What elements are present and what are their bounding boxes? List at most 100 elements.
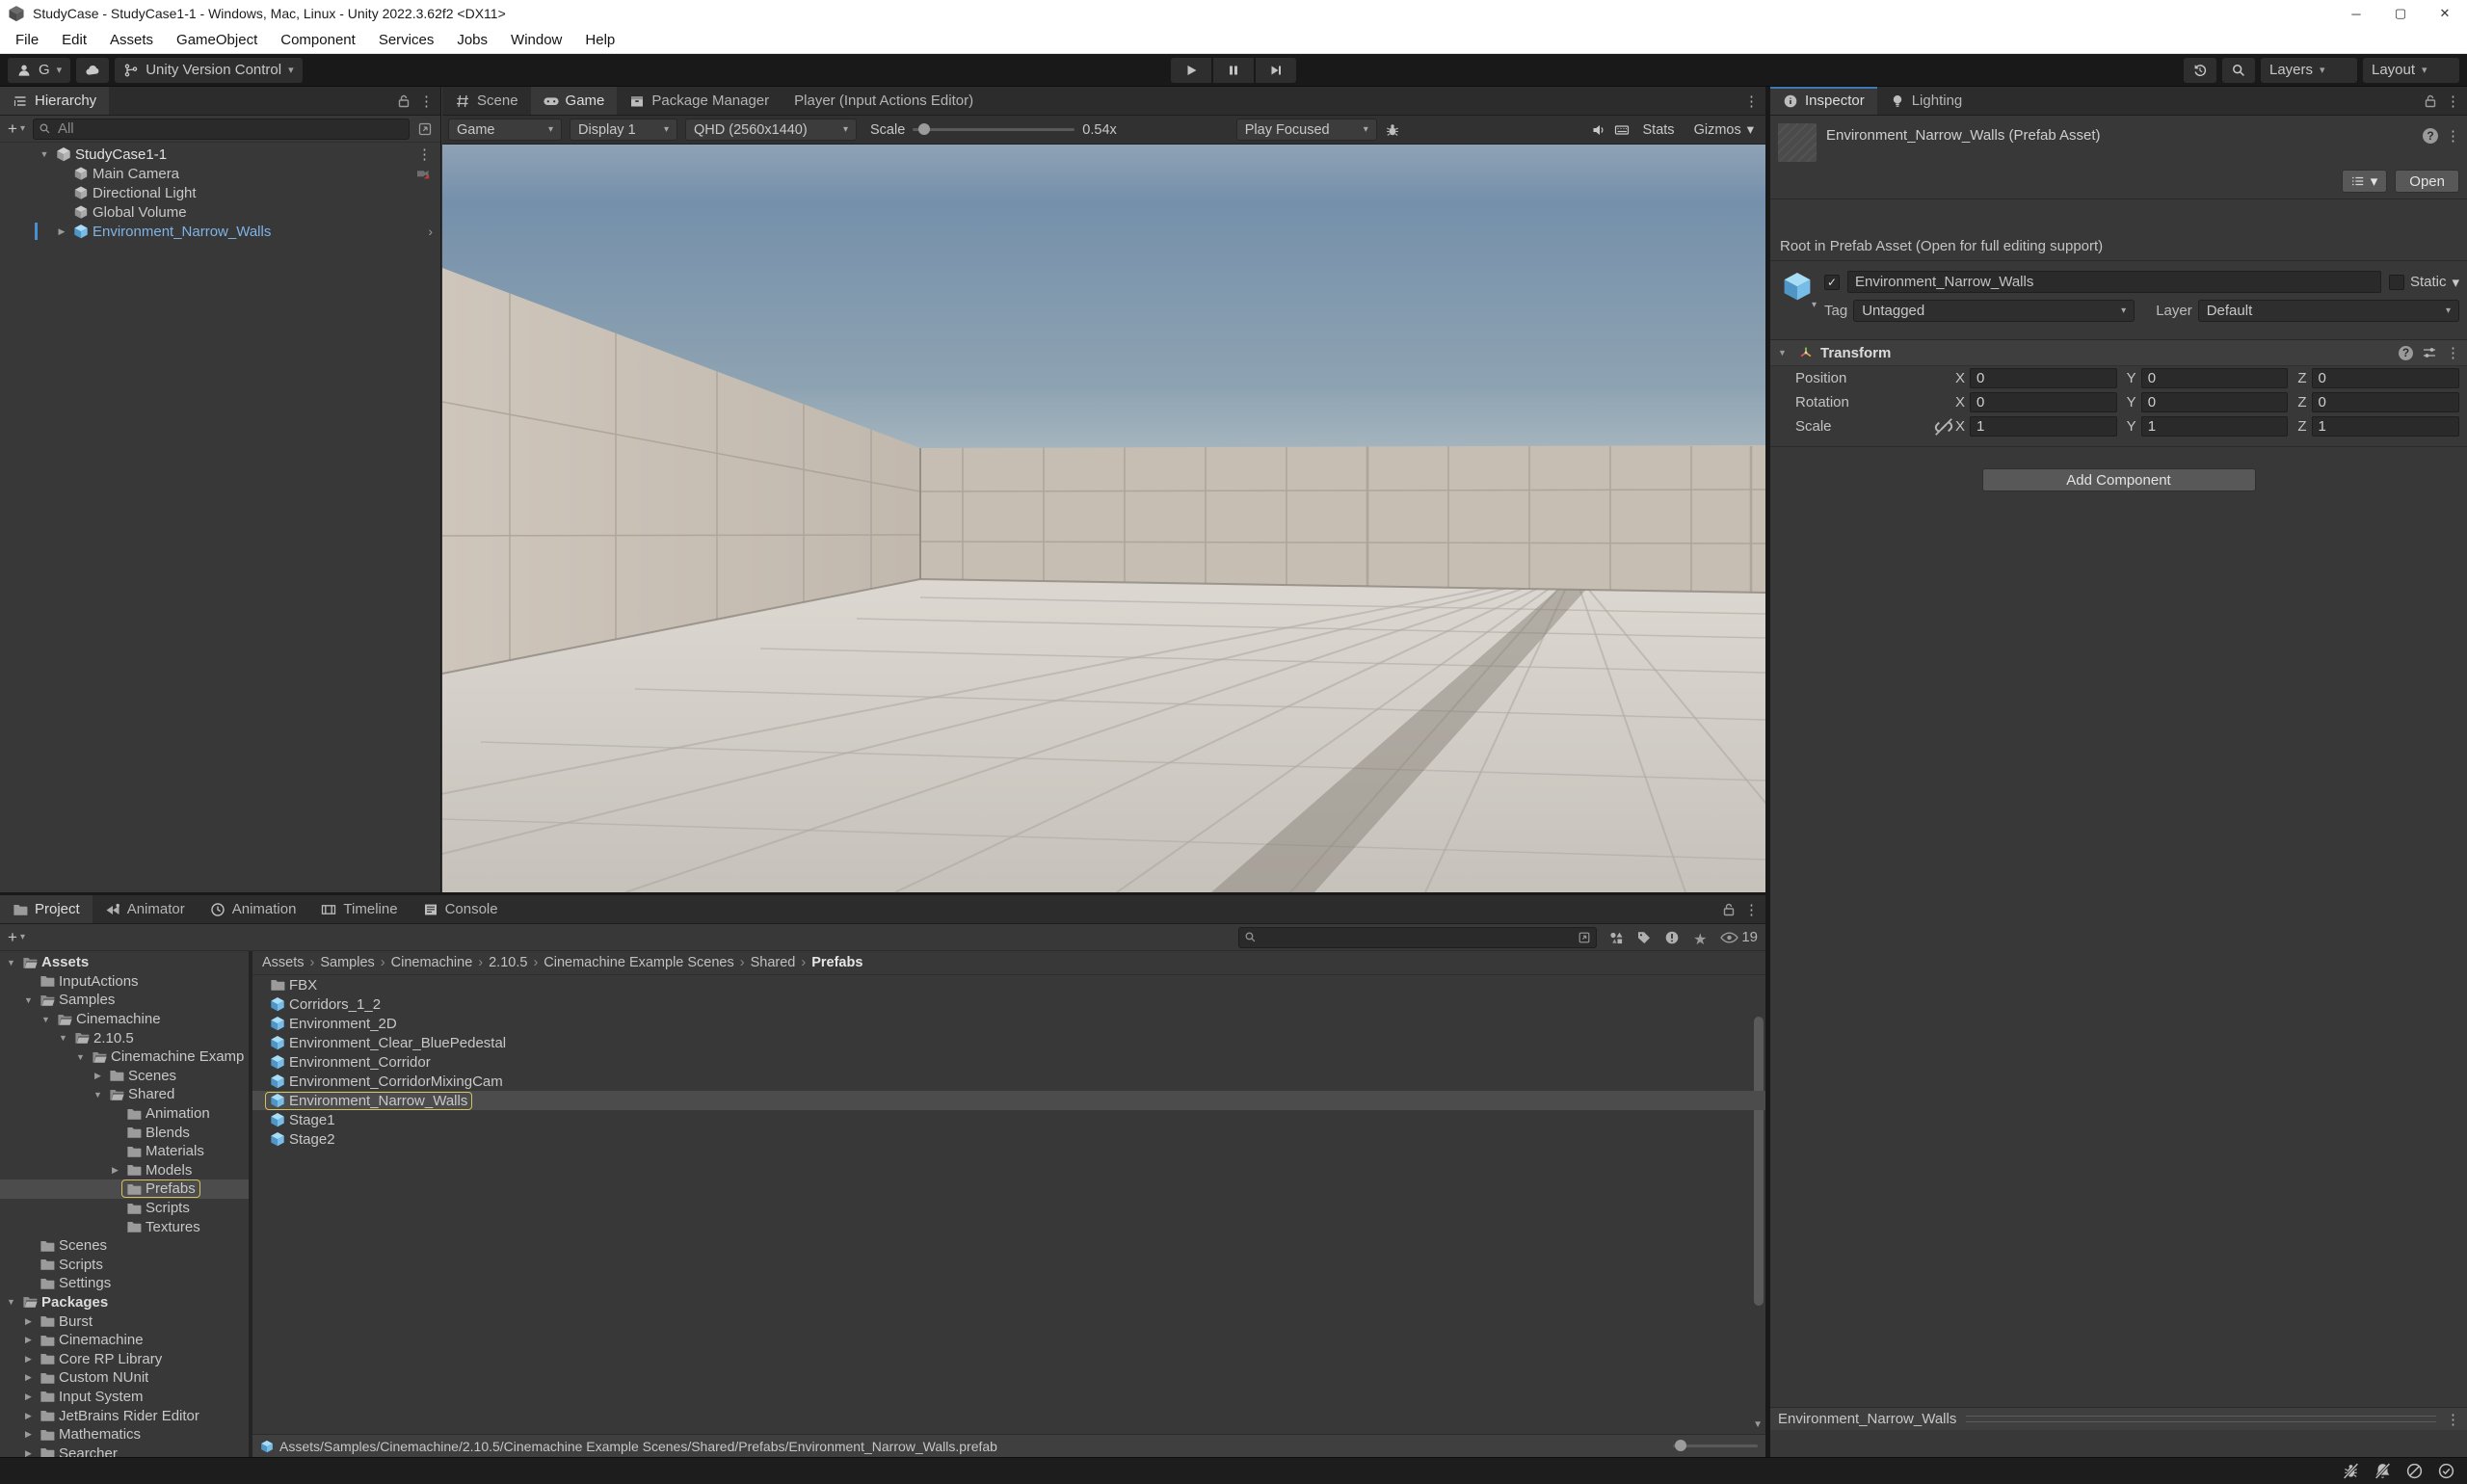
project-tree-item-blends[interactable]: Blends xyxy=(0,1123,249,1142)
help-icon[interactable]: ? xyxy=(2399,346,2413,360)
foldout-closed-icon[interactable]: ▶ xyxy=(21,1391,36,1402)
debug-bug-icon[interactable] xyxy=(1385,122,1400,138)
pick-window-icon[interactable] xyxy=(417,121,433,137)
project-search[interactable] xyxy=(1238,927,1597,948)
foldout-closed-icon[interactable]: ▶ xyxy=(21,1411,36,1421)
favorites-star-icon[interactable]: ★ xyxy=(1692,930,1708,945)
kebab-menu-icon[interactable]: ⋮ xyxy=(419,93,433,110)
layer-dropdown[interactable]: Default ▾ xyxy=(2198,300,2459,322)
link-scale-icon[interactable] xyxy=(1932,415,1955,438)
aspect-menu-dropdown[interactable]: Game ▾ xyxy=(448,119,562,141)
tab-animation[interactable]: Animation xyxy=(198,895,309,923)
lock-icon[interactable] xyxy=(1721,902,1737,917)
breadcrumb-shared[interactable]: Shared xyxy=(751,955,796,970)
foldout-open-icon[interactable]: ▼ xyxy=(56,1033,70,1043)
foldout-open-icon[interactable]: ▼ xyxy=(1778,348,1791,358)
project-tree-item-textures[interactable]: Textures xyxy=(0,1217,249,1236)
tab-timeline[interactable]: Timeline xyxy=(308,895,410,923)
search-by-type-icon[interactable] xyxy=(1608,930,1624,945)
breadcrumb-cinemachine-example-scenes[interactable]: Cinemachine Example Scenes xyxy=(544,955,733,970)
project-tree-item-settings[interactable]: Settings xyxy=(0,1274,249,1293)
kebab-menu-icon[interactable]: ⋮ xyxy=(2446,1411,2459,1428)
project-tree-item-prefabs[interactable]: Prefabs xyxy=(0,1179,249,1199)
project-tree-item-scenes[interactable]: Scenes xyxy=(0,1236,249,1256)
notifications-disabled-icon[interactable] xyxy=(2374,1462,2392,1480)
project-tree-item-burst[interactable]: ▶Burst xyxy=(0,1312,249,1331)
menu-item-jobs[interactable]: Jobs xyxy=(445,27,499,53)
active-checkbox[interactable]: ✓ xyxy=(1824,275,1840,290)
breadcrumb-samples[interactable]: Samples xyxy=(320,955,374,970)
project-tree-item-inputactions[interactable]: InputActions xyxy=(0,972,249,992)
presets-icon[interactable] xyxy=(2422,345,2437,360)
kebab-menu-icon[interactable]: ⋮ xyxy=(2446,127,2459,145)
help-icon[interactable]: ? xyxy=(2423,128,2438,144)
debugger-disabled-icon[interactable] xyxy=(2342,1462,2360,1480)
open-prefab-button[interactable]: Open xyxy=(2395,170,2459,193)
project-tree-item-input-system[interactable]: ▶Input System xyxy=(0,1388,249,1407)
project-tree-item-jetbrains-rider-editor[interactable]: ▶JetBrains Rider Editor xyxy=(0,1406,249,1425)
lock-icon[interactable] xyxy=(2423,93,2438,109)
account-button[interactable]: G ▾ xyxy=(8,58,70,83)
project-search-input[interactable] xyxy=(1261,928,1573,946)
project-tree-item-2-10-5[interactable]: ▼2.10.5 xyxy=(0,1028,249,1047)
add-component-button[interactable]: Add Component xyxy=(1982,468,2256,491)
minimize-button[interactable]: ─ xyxy=(2334,0,2378,27)
keyboard-icon[interactable] xyxy=(1614,122,1630,138)
file-item-environment-corridormixingcam[interactable]: Environment_CorridorMixingCam xyxy=(252,1072,1765,1091)
play-focused-dropdown[interactable]: Play Focused ▾ xyxy=(1236,119,1377,141)
create-button[interactable]: + ▾ xyxy=(8,928,25,947)
static-checkbox[interactable] xyxy=(2389,275,2404,290)
thumbnail-size-knob[interactable] xyxy=(1675,1440,1686,1451)
foldout-open-icon[interactable]: ▼ xyxy=(37,149,52,159)
drag-handle[interactable] xyxy=(1966,1416,2436,1422)
foldout-open-icon[interactable]: ▼ xyxy=(91,1090,105,1100)
project-tree-item-assets[interactable]: ▼Assets xyxy=(0,953,249,972)
foldout-open-icon[interactable]: ▼ xyxy=(4,1297,18,1307)
search-by-label-icon[interactable] xyxy=(1636,930,1652,945)
hidden-count[interactable]: 19 xyxy=(1720,929,1758,945)
tab-package-manager[interactable]: Package Manager xyxy=(617,87,782,115)
tab-lighting[interactable]: Lighting xyxy=(1877,87,1976,115)
project-tree-item-animation[interactable]: Animation xyxy=(0,1104,249,1124)
maximize-button[interactable]: ▢ xyxy=(2378,0,2423,27)
menu-item-component[interactable]: Component xyxy=(269,27,367,53)
project-tree-item-cinemachine[interactable]: ▼Cinemachine xyxy=(0,1010,249,1029)
tab-animator[interactable]: Animator xyxy=(93,895,198,923)
breadcrumb-prefabs[interactable]: Prefabs xyxy=(811,955,862,970)
foldout-closed-icon[interactable]: ▶ xyxy=(21,1448,36,1457)
close-button[interactable]: ✕ xyxy=(2423,0,2467,27)
asset-label-bar[interactable]: Environment_Narrow_Walls ⋮ xyxy=(1770,1407,2467,1430)
foldout-closed-icon[interactable]: ▶ xyxy=(21,1316,36,1327)
project-tree-item-samples[interactable]: ▼Samples xyxy=(0,991,249,1010)
foldout-open-icon[interactable]: ▼ xyxy=(4,958,18,967)
chevron-down-icon[interactable]: ▾ xyxy=(2452,274,2459,291)
pick-window-icon[interactable] xyxy=(1578,931,1591,944)
mute-audio-icon[interactable] xyxy=(1591,122,1606,138)
hierarchy-item-main-camera[interactable]: Main Camera xyxy=(0,164,440,183)
file-item-stage2[interactable]: Stage2 xyxy=(252,1129,1765,1149)
project-tree-item-models[interactable]: ▶Models xyxy=(0,1161,249,1180)
project-tree-item-scripts[interactable]: Scripts xyxy=(0,1199,249,1218)
file-item-fbx[interactable]: FBX xyxy=(252,975,1765,994)
tab-game[interactable]: Game xyxy=(531,87,618,115)
menu-item-services[interactable]: Services xyxy=(367,27,446,53)
progress-done-icon[interactable] xyxy=(2437,1462,2455,1480)
layout-dropdown[interactable]: Layout ▾ xyxy=(2363,58,2459,83)
hierarchy-item-global-volume[interactable]: Global Volume xyxy=(0,202,440,222)
menu-item-edit[interactable]: Edit xyxy=(50,27,98,53)
hierarchy-search[interactable] xyxy=(33,119,410,140)
scale-y-field[interactable] xyxy=(2141,416,2289,437)
kebab-menu-icon[interactable]: ⋮ xyxy=(417,146,431,163)
project-tree-item-packages[interactable]: ▼Packages xyxy=(0,1293,249,1312)
resolution-dropdown[interactable]: QHD (2560x1440) ▾ xyxy=(685,119,857,141)
foldout-open-icon[interactable]: ▼ xyxy=(21,995,36,1005)
stats-button[interactable]: Stats xyxy=(1637,119,1681,141)
foldout-closed-icon[interactable]: ▶ xyxy=(21,1429,36,1440)
create-button[interactable]: + ▾ xyxy=(8,119,25,139)
menu-item-window[interactable]: Window xyxy=(499,27,573,53)
menu-item-gameobject[interactable]: GameObject xyxy=(165,27,269,53)
breadcrumb-cinemachine[interactable]: Cinemachine xyxy=(391,955,473,970)
cloud-button[interactable] xyxy=(76,58,109,83)
foldout-closed-icon[interactable]: ▶ xyxy=(21,1372,36,1383)
project-tree-item-core-rp-library[interactable]: ▶Core RP Library xyxy=(0,1349,249,1368)
